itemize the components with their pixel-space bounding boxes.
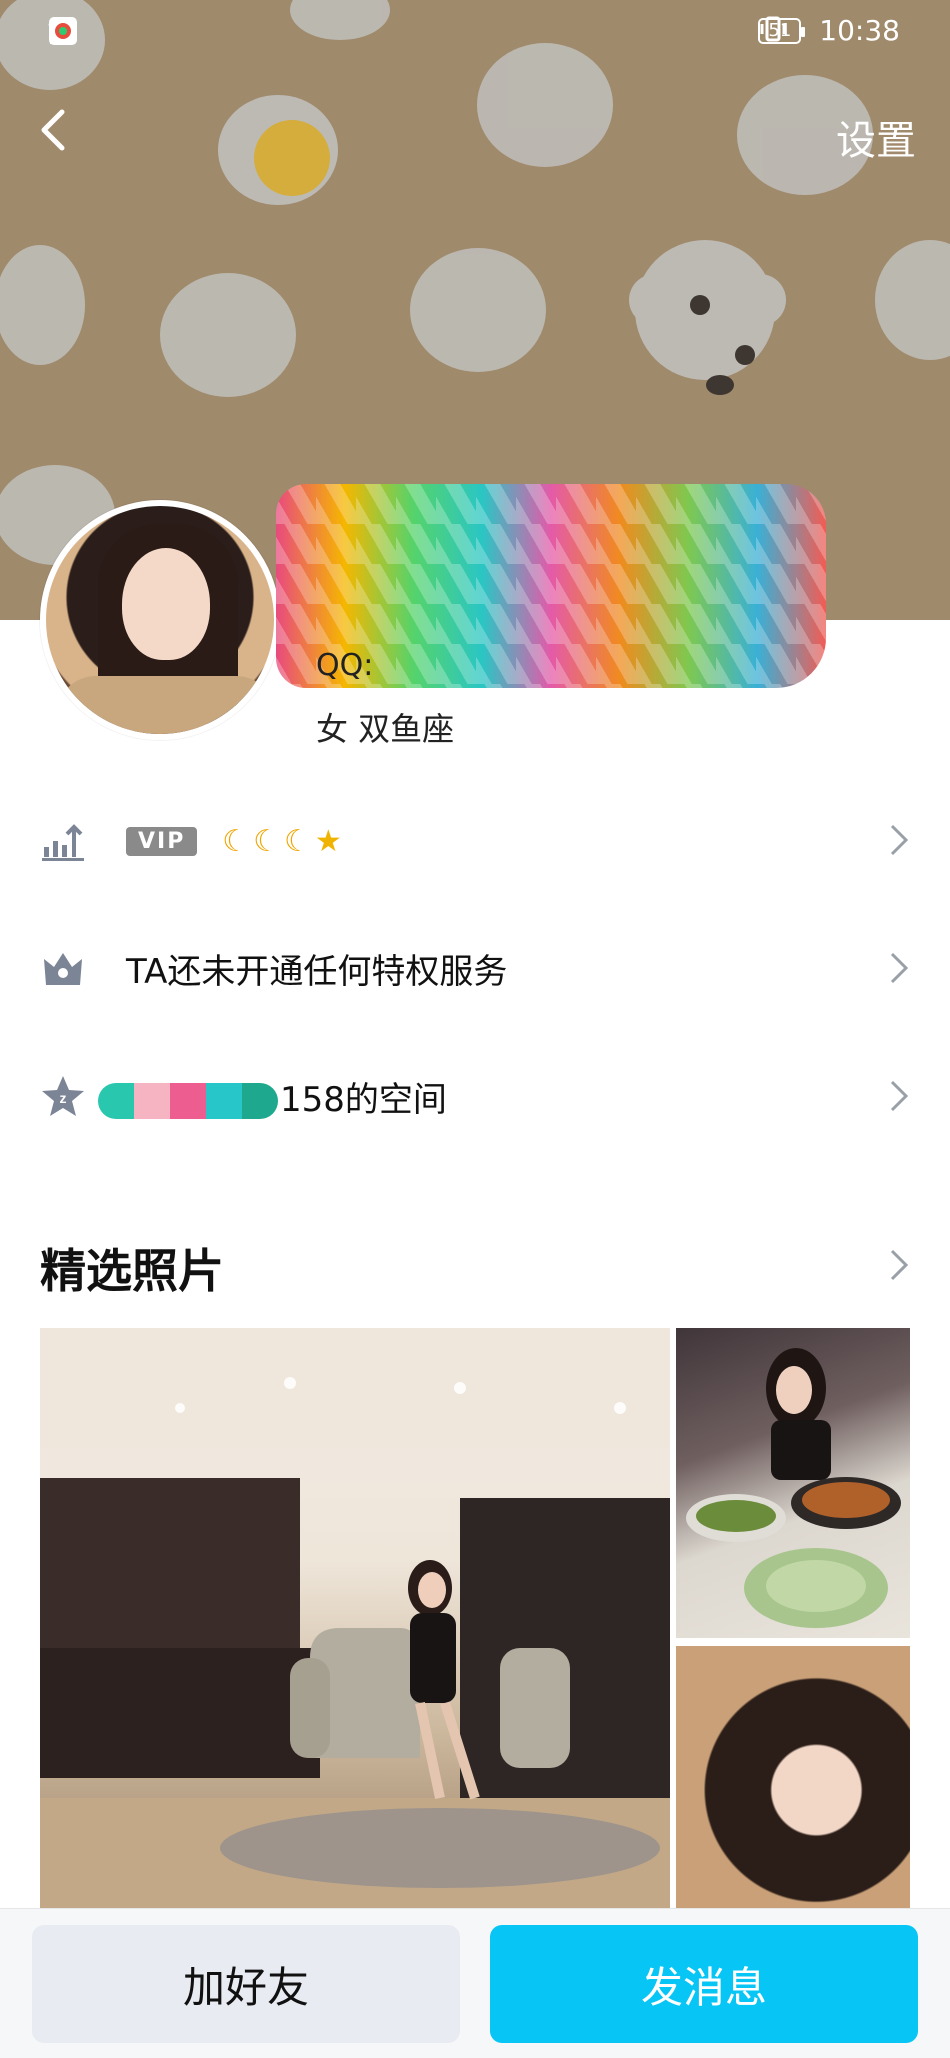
chevron-left-icon [41,109,65,151]
level-up-icon [42,824,84,861]
level-icons: ☾ ☾ ☾ ★ [222,824,342,859]
chevron-right-icon [890,1080,909,1112]
vip-badge: VIP [126,827,198,856]
avatar[interactable] [40,500,280,740]
back-button[interactable] [24,100,84,160]
chevron-right-icon [890,952,909,984]
qzone-row[interactable]: z 158的空间 [0,1036,950,1156]
battery-indicator: 51 [758,17,806,44]
featured-photos-chevron-icon[interactable] [888,1247,910,1283]
featured-photo-portrait[interactable] [676,1646,910,1908]
crown-icon [44,953,82,985]
star-icon: ★ [314,824,342,859]
svg-text:z: z [60,1090,67,1106]
add-friend-button[interactable]: 加好友 [32,1925,460,2043]
avatar-clothing [56,676,274,734]
avatar-face [122,548,210,660]
dining-scene [686,1348,901,1628]
settings-button[interactable]: 设置 [836,108,916,166]
moon-icon: ☾ [283,824,311,859]
level-info: VIP ☾ ☾ ☾ ★ [126,820,342,860]
qzone-star-icon: z [42,1076,84,1116]
qzone-suffix: 158的空间 [280,1079,447,1120]
privilege-text: TA还未开通任何特权服务 [126,951,508,992]
privilege-row[interactable]: TA还未开通任何特权服务 [0,908,950,1028]
qzone-label: 158的空间 [98,1072,447,1121]
qq-number: QQ: [316,648,374,683]
featured-photo-main[interactable] [40,1328,670,1908]
moon-icon: ☾ [253,824,280,859]
office-scene [40,1328,670,1908]
featured-photo-food[interactable] [676,1328,910,1638]
gender-and-zodiac: 女 双鱼座 [316,710,455,748]
qzone-owner-redacted [98,1083,278,1119]
app-notification-icon [49,17,77,45]
featured-photos-title: 精选照片 [40,1244,224,1298]
clock: 10:38 [819,14,900,47]
status-bar: 4G 51 10:38 [0,0,950,66]
bottom-action-bar: 加好友 发消息 [0,1908,950,2058]
send-message-button[interactable]: 发消息 [490,1925,918,2043]
level-row[interactable]: VIP ☾ ☾ ☾ ★ [0,780,950,900]
moon-icon: ☾ [222,824,250,859]
chevron-right-icon [890,824,909,856]
